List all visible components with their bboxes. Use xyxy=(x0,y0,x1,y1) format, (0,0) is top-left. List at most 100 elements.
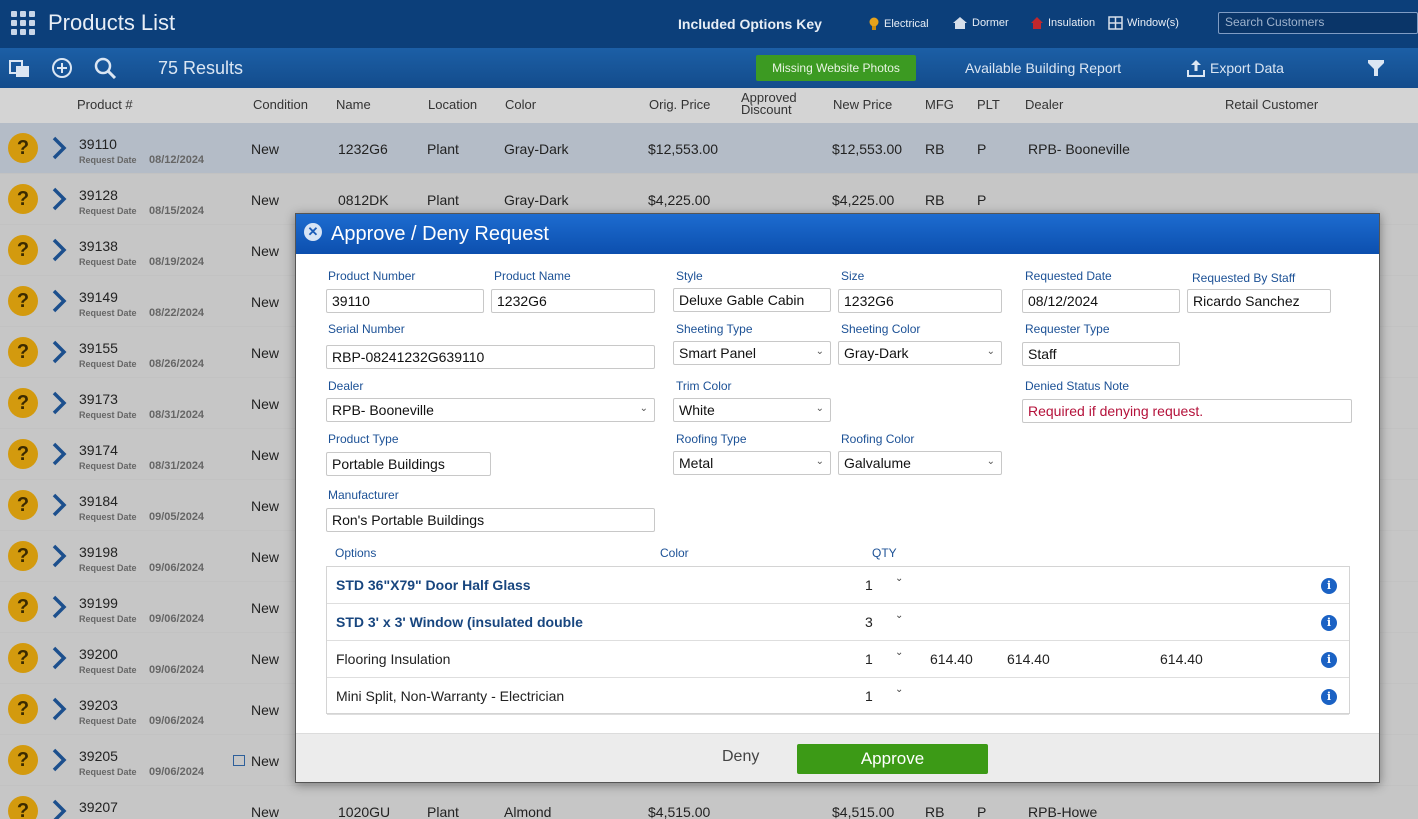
deny-button[interactable]: Deny xyxy=(722,748,759,766)
export-icon[interactable] xyxy=(1186,58,1206,78)
question-icon[interactable]: ? xyxy=(8,490,38,520)
chevron-right-icon[interactable] xyxy=(50,645,68,671)
options-color-header: Color xyxy=(660,546,689,560)
product-number-field[interactable]: 39110 xyxy=(326,289,484,313)
question-icon[interactable]: ? xyxy=(8,592,38,622)
dealer-select[interactable]: RPB- Booneville ⌄ xyxy=(326,398,655,422)
request-date: 09/06/2024 xyxy=(149,613,205,625)
col-product-num[interactable]: Product # xyxy=(77,97,133,112)
product-type-field[interactable]: Portable Buildings xyxy=(326,452,491,476)
search-customers-input[interactable]: Search Customers xyxy=(1218,12,1418,34)
copy-icon[interactable] xyxy=(8,57,32,79)
chevron-down-icon[interactable]: ⌄ xyxy=(895,647,903,658)
condition-cell: New xyxy=(251,600,280,616)
chevron-down-icon: ⌄ xyxy=(986,456,995,467)
requester-type-field[interactable]: Staff xyxy=(1022,342,1180,366)
question-icon[interactable]: ? xyxy=(8,643,38,673)
apps-grid-icon[interactable] xyxy=(11,11,35,35)
table-row[interactable]: ? 39110 Request Date 08/12/2024 New 1232G6 Pla… xyxy=(0,123,1418,174)
approve-button[interactable]: Approve xyxy=(797,744,988,774)
question-icon[interactable]: ? xyxy=(8,388,38,418)
chevron-right-icon[interactable] xyxy=(50,390,68,416)
close-icon[interactable]: ✕ xyxy=(304,223,322,241)
chevron-right-icon[interactable] xyxy=(50,237,68,263)
question-icon[interactable]: ? xyxy=(8,541,38,571)
sheeting-type-select[interactable]: Smart Panel ⌄ xyxy=(673,341,831,365)
product-name-field[interactable]: 1232G6 xyxy=(491,289,655,313)
trim-color-select[interactable]: White ⌄ xyxy=(673,398,831,422)
denied-note-field[interactable]: Required if denying request. xyxy=(1022,399,1352,423)
requested-date-field[interactable]: 08/12/2024 xyxy=(1022,289,1180,313)
question-icon[interactable]: ? xyxy=(8,235,38,265)
question-icon[interactable]: ? xyxy=(8,439,38,469)
condition-cell: New xyxy=(251,345,280,361)
chevron-down-icon: ⌄ xyxy=(639,403,648,414)
chevron-down-icon[interactable]: ⌄ xyxy=(895,573,903,584)
roofing-color-select[interactable]: Galvalume ⌄ xyxy=(838,451,1002,475)
style-field[interactable]: Deluxe Gable Cabin xyxy=(673,288,831,312)
manufacturer-field[interactable]: Ron's Portable Buildings xyxy=(326,508,655,532)
request-date-label: Request Date xyxy=(79,716,137,726)
requested-by-field[interactable]: Ricardo Sanchez xyxy=(1187,289,1331,313)
search-icon[interactable] xyxy=(93,57,117,79)
table-row[interactable]: ? 39207 New 1020GU Plant Almond $4,515.00 $4,51… xyxy=(0,786,1418,819)
col-condition[interactable]: Condition xyxy=(253,97,308,112)
product-number: 39110 xyxy=(79,136,117,152)
col-approved-discount[interactable]: Approved Discount xyxy=(741,91,801,116)
question-icon[interactable]: ? xyxy=(8,337,38,367)
dealer-label: Dealer xyxy=(328,379,364,393)
chevron-right-icon[interactable] xyxy=(50,339,68,365)
condition-cell: New xyxy=(251,396,280,412)
chevron-right-icon[interactable] xyxy=(50,186,68,212)
option-qty[interactable]: 1 xyxy=(865,577,873,593)
col-mfg[interactable]: MFG xyxy=(925,97,954,112)
question-icon[interactable]: ? xyxy=(8,796,38,819)
chevron-right-icon[interactable] xyxy=(50,288,68,314)
chevron-right-icon[interactable] xyxy=(50,798,68,819)
chevron-right-icon[interactable] xyxy=(50,492,68,518)
info-icon[interactable]: i xyxy=(1321,578,1337,594)
chevron-right-icon[interactable] xyxy=(50,747,68,773)
col-color[interactable]: Color xyxy=(505,97,536,112)
info-icon[interactable]: i xyxy=(1321,615,1337,631)
missing-photos-button[interactable]: Missing Website Photos xyxy=(756,55,916,81)
question-icon[interactable]: ? xyxy=(8,745,38,775)
col-location[interactable]: Location xyxy=(428,97,477,112)
size-field[interactable]: 1232G6 xyxy=(838,289,1002,313)
location-cell: Plant xyxy=(427,804,459,819)
key-electrical-label: Electrical xyxy=(884,18,929,30)
question-icon[interactable]: ? xyxy=(8,184,38,214)
filter-icon[interactable] xyxy=(1366,58,1386,78)
chevron-down-icon[interactable]: ⌄ xyxy=(895,684,903,695)
key-insulation-label: Insulation xyxy=(1048,17,1096,29)
col-name[interactable]: Name xyxy=(336,97,371,112)
chevron-right-icon[interactable] xyxy=(50,441,68,467)
col-orig-price[interactable]: Orig. Price xyxy=(649,97,710,112)
roofing-type-select[interactable]: Metal ⌄ xyxy=(673,451,831,475)
option-qty[interactable]: 1 xyxy=(865,651,873,667)
info-icon[interactable]: i xyxy=(1321,652,1337,668)
option-qty[interactable]: 3 xyxy=(865,614,873,630)
option-qty[interactable]: 1 xyxy=(865,688,873,704)
chevron-down-icon[interactable]: ⌄ xyxy=(895,610,903,621)
chevron-right-icon[interactable] xyxy=(50,543,68,569)
chevron-right-icon[interactable] xyxy=(50,696,68,722)
export-data-link[interactable]: Export Data xyxy=(1210,60,1284,76)
color-cell: Gray-Dark xyxy=(504,192,569,208)
add-icon[interactable] xyxy=(50,57,74,79)
chevron-right-icon[interactable] xyxy=(50,135,68,161)
col-plt[interactable]: PLT xyxy=(977,97,1000,112)
question-icon[interactable]: ? xyxy=(8,694,38,724)
col-retail-customer[interactable]: Retail Customer xyxy=(1225,97,1318,112)
col-dealer[interactable]: Dealer xyxy=(1025,97,1063,112)
serial-number-field[interactable]: RBP-08241232G639110 xyxy=(326,345,655,369)
question-icon[interactable]: ? xyxy=(8,133,38,163)
available-report-link[interactable]: Available Building Report xyxy=(965,60,1121,76)
style-label: Style xyxy=(676,269,703,283)
question-icon[interactable]: ? xyxy=(8,286,38,316)
sheeting-color-select[interactable]: Gray-Dark ⌄ xyxy=(838,341,1002,365)
col-new-price[interactable]: New Price xyxy=(833,97,892,112)
info-icon[interactable]: i xyxy=(1321,689,1337,705)
location-cell: Plant xyxy=(427,192,459,208)
chevron-right-icon[interactable] xyxy=(50,594,68,620)
